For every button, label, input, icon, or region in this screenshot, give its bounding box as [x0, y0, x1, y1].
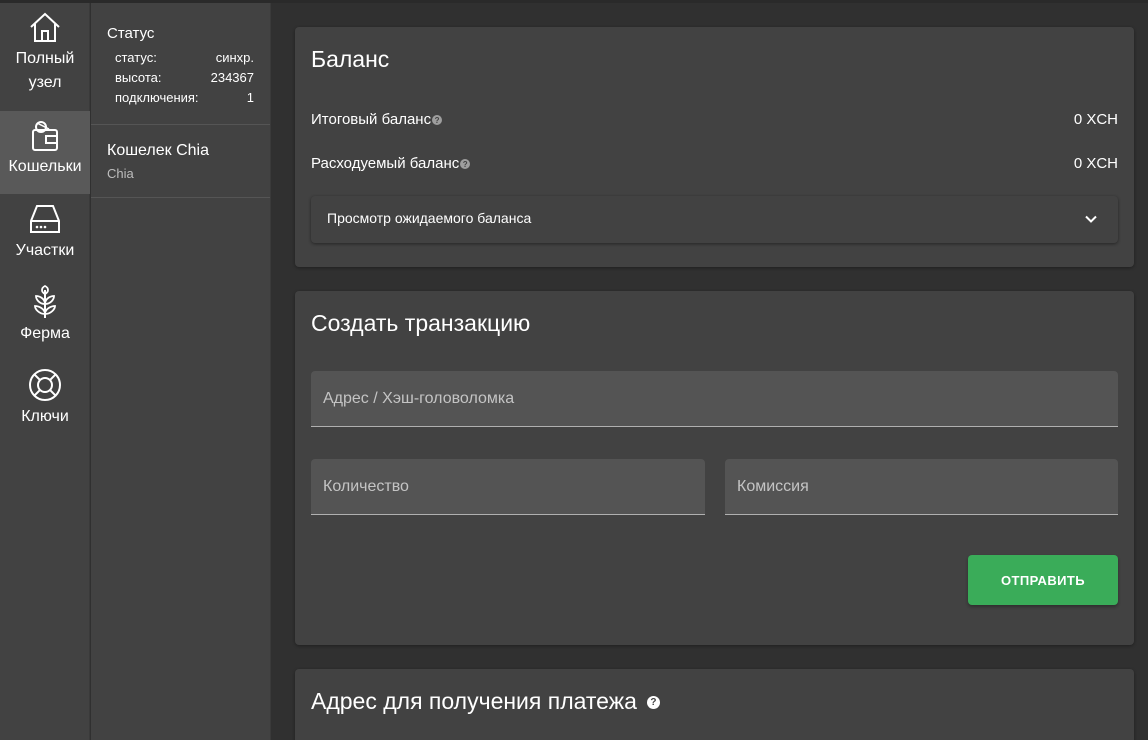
wallets-sidebar: Статус статус: синхр. высота: 234367 под…: [91, 3, 271, 740]
fee-input[interactable]: [725, 459, 1118, 514]
receive-title: Адрес для получения платежа?: [311, 688, 660, 715]
nav-label-farm: Ферма: [20, 325, 70, 342]
status-row-height: высота: 234367: [115, 70, 254, 85]
help-icon[interactable]: ?: [432, 115, 443, 125]
nav-item-farm[interactable]: Ферма: [0, 284, 90, 354]
help-icon[interactable]: ?: [646, 696, 660, 710]
address-field: [311, 371, 1118, 427]
nav-item-wallets[interactable]: Кошельки: [0, 111, 90, 194]
status-row-connections: подключения: 1: [115, 90, 254, 105]
status-panel: Статус статус: синхр. высота: 234367 под…: [91, 3, 270, 125]
wallet-icon: [32, 121, 58, 151]
height-label: высота:: [115, 70, 162, 85]
amount-field: [311, 459, 705, 515]
hard-drive-icon: [30, 205, 60, 233]
receive-address-card: Адрес для получения платежа?: [295, 669, 1134, 740]
wallet-name: Кошелек Chia: [107, 142, 210, 159]
nav-label-full-node: Полный узел: [15, 50, 75, 91]
receive-title-text: Адрес для получения платежа: [311, 688, 637, 714]
spendable-balance-value: 0 XCH: [1073, 155, 1118, 172]
wallet-list-item[interactable]: Кошелек Chia Chia: [91, 125, 270, 198]
pending-balance-expander[interactable]: Просмотр ожидаемого баланса: [311, 196, 1118, 243]
nav-label-wallets: Кошельки: [8, 158, 82, 175]
fee-field: [725, 459, 1118, 515]
spendable-balance-text: Расходуемый баланс: [311, 155, 460, 172]
nav-item-plots[interactable]: Участки: [0, 201, 90, 271]
home-icon: [30, 12, 60, 42]
balance-card: Баланс Итоговый баланс ? 0 XCH Расходуем…: [295, 27, 1134, 267]
status-label: статус:: [115, 50, 157, 65]
chevron-down-icon: [1085, 215, 1097, 223]
total-balance-text: Итоговый баланс: [311, 111, 432, 128]
nav-label-keys: Ключи: [21, 408, 69, 425]
balance-title: Баланс: [311, 46, 390, 72]
create-transaction-card: Создать транзакцию ОТПРАВИТЬ: [295, 291, 1134, 645]
address-input[interactable]: [311, 371, 1118, 426]
wallet-type: Chia: [107, 166, 134, 181]
connections-label: подключения:: [115, 90, 199, 105]
help-icon[interactable]: ?: [460, 159, 471, 169]
spendable-balance-label: Расходуемый баланс ?: [311, 155, 471, 172]
nav-item-keys[interactable]: Ключи: [0, 367, 90, 437]
nav-label-plots: Участки: [15, 242, 75, 259]
total-balance-label: Итоговый баланс ?: [311, 111, 443, 128]
main-sidebar: Полный узел Кошельки Участки Ферма Ключи: [0, 3, 90, 740]
sprout-icon: [34, 284, 56, 318]
total-balance-value: 0 XCH: [1073, 111, 1118, 128]
status-row-sync: статус: синхр.: [115, 50, 254, 65]
status-title: Статус: [107, 25, 155, 42]
send-button[interactable]: ОТПРАВИТЬ: [968, 555, 1118, 605]
pending-balance-label: Просмотр ожидаемого баланса: [327, 210, 532, 226]
lifebuoy-icon: [29, 369, 61, 401]
connections-value: 1: [246, 90, 254, 105]
transaction-title: Создать транзакцию: [311, 310, 531, 336]
amount-input[interactable]: [311, 459, 705, 514]
status-value: синхр.: [215, 50, 254, 65]
nav-item-full-node[interactable]: Полный узел: [0, 9, 90, 109]
height-value: 234367: [210, 70, 254, 85]
